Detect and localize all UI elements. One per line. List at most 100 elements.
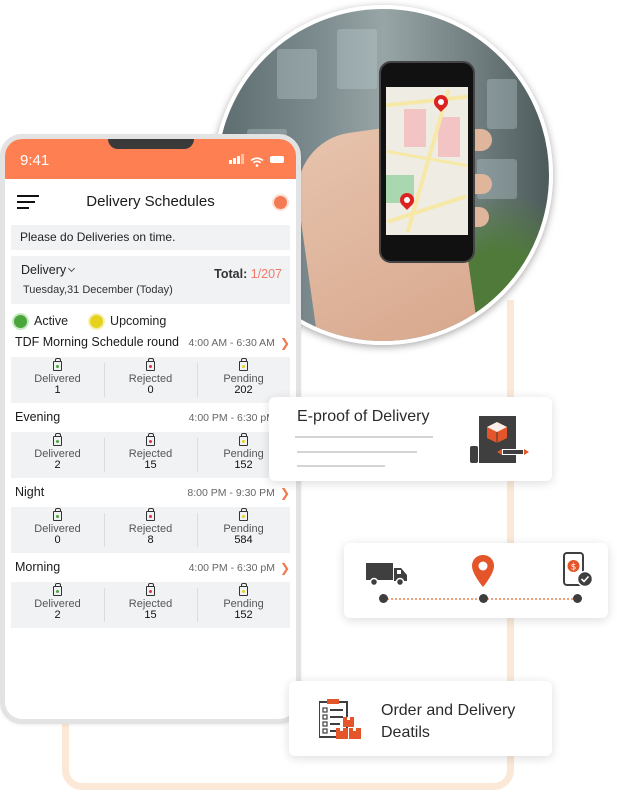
stat-value: 2 bbox=[54, 459, 61, 471]
stat-value: 2 bbox=[54, 609, 61, 621]
stat-value: 1 bbox=[54, 384, 61, 396]
delivery-type-dropdown[interactable]: Delivery bbox=[21, 263, 76, 277]
eproof-title: E-proof of Delivery bbox=[297, 408, 430, 425]
stat-value: 152 bbox=[234, 609, 253, 621]
stat-delivered: Delivered 2 bbox=[11, 432, 104, 478]
svg-text:$: $ bbox=[571, 563, 577, 573]
chevron-down-icon bbox=[68, 264, 76, 273]
bag-icon bbox=[53, 358, 62, 371]
stat-rejected: Rejected 15 bbox=[104, 582, 197, 628]
delivery-type-label: Delivery bbox=[21, 263, 67, 277]
mobile-payment-check-icon: $ bbox=[563, 552, 595, 593]
battery-icon bbox=[270, 156, 284, 163]
bag-icon bbox=[53, 433, 62, 446]
total-value: 1/207 bbox=[250, 267, 282, 281]
chevron-right-icon[interactable]: ❯ bbox=[280, 486, 290, 500]
schedule-item[interactable]: Evening4:00 PM - 6:30 pM❯Delivered2Rejec… bbox=[5, 410, 296, 478]
schedule-list: TDF Morning Schedule round 4:00 AM - 6:30… bbox=[5, 335, 296, 628]
stat-rejected: Rejected 8 bbox=[104, 507, 197, 553]
schedule-stats: Delivered 2 Rejected 15 Pending 152 bbox=[11, 432, 290, 478]
bag-icon bbox=[239, 508, 248, 521]
schedule-item[interactable]: Night 8:00 PM - 9:30 PM ❯ Delivered 0 Rejecte… bbox=[5, 485, 296, 553]
schedule-time-text: 4:00 AM - 6:30 AM bbox=[188, 337, 275, 349]
record-dot-icon[interactable] bbox=[274, 196, 287, 209]
stat-value: 584 bbox=[234, 534, 253, 546]
chevron-right-icon[interactable]: ❯ bbox=[280, 561, 290, 575]
schedule-name: Night bbox=[15, 485, 45, 499]
stat-pending: Pending 152 bbox=[197, 582, 290, 628]
schedule-stats: Delivered 1 Rejected 0 Pending 202 bbox=[11, 357, 290, 403]
schedule-time-text: 4:00 PM - 6:30 pM bbox=[188, 412, 275, 424]
schedule-header: Evening4:00 PM - 6:30 pM❯ bbox=[5, 410, 296, 430]
placeholder-line bbox=[295, 436, 433, 438]
schedule-stats: Delivered 2 Rejected 15 Pending 152 bbox=[11, 582, 290, 628]
status-time: 9:41 bbox=[20, 152, 50, 169]
phone-mockup: 9:41 Delivery Schedules Please do Delive… bbox=[0, 134, 301, 724]
timeline-node bbox=[573, 594, 582, 603]
schedule-item[interactable]: TDF Morning Schedule round 4:00 AM - 6:30… bbox=[5, 335, 296, 403]
schedule-item[interactable]: Morning 4:00 PM - 6:30 pM ❯ Delivered 2 Rejec… bbox=[5, 560, 296, 628]
total-count: Total: 1/207 bbox=[214, 267, 282, 281]
schedule-name: Evening bbox=[15, 410, 61, 424]
legend-upcoming[interactable]: Upcoming bbox=[90, 314, 166, 328]
order-details-title: Order and Delivery Deatils bbox=[381, 702, 516, 741]
stat-value: 15 bbox=[144, 459, 157, 471]
placeholder-line bbox=[297, 465, 385, 467]
timeline-node bbox=[379, 594, 388, 603]
bag-icon bbox=[239, 583, 248, 596]
stat-pending: Pending 584 bbox=[197, 507, 290, 553]
placeholder-line bbox=[297, 451, 417, 453]
delivery-timeline-card[interactable]: $ bbox=[344, 543, 608, 618]
schedule-stats: Delivered 0 Rejected 8 Pending 584 bbox=[11, 507, 290, 553]
stat-rejected: Rejected 0 bbox=[104, 357, 197, 403]
chevron-right-icon[interactable]: ❯ bbox=[280, 336, 290, 350]
bag-icon bbox=[53, 583, 62, 596]
upcoming-dot-icon bbox=[90, 314, 104, 328]
bag-icon bbox=[146, 583, 155, 596]
location-pin-icon bbox=[472, 555, 494, 592]
bag-icon bbox=[146, 358, 155, 371]
schedule-time: 4:00 PM - 6:30 pM ❯ bbox=[189, 561, 290, 575]
truck-icon bbox=[366, 561, 408, 592]
schedule-time-text: 4:00 PM - 6:30 pM bbox=[188, 562, 275, 574]
stat-rejected: Rejected 15 bbox=[104, 432, 197, 478]
notice-banner: Please do Deliveries on time. bbox=[11, 225, 290, 250]
phone-notch bbox=[108, 139, 194, 149]
schedule-time-text: 8:00 PM - 9:30 PM bbox=[187, 487, 275, 499]
stat-delivered: Delivered 0 bbox=[11, 507, 104, 553]
status-bar: 9:41 bbox=[5, 139, 296, 179]
clipboard-boxes-icon bbox=[318, 699, 363, 741]
stat-value: 202 bbox=[234, 384, 253, 396]
status-legend: Active Upcoming bbox=[14, 314, 296, 328]
legend-label: Active bbox=[34, 314, 69, 328]
bag-icon bbox=[239, 358, 248, 371]
map-screen bbox=[386, 87, 468, 235]
held-smartphone bbox=[379, 61, 475, 263]
legend-label: Upcoming bbox=[110, 314, 167, 328]
schedule-header: Night 8:00 PM - 9:30 PM ❯ bbox=[5, 485, 296, 505]
total-label: Total: bbox=[214, 267, 248, 281]
bag-icon bbox=[146, 508, 155, 521]
bag-icon bbox=[146, 433, 155, 446]
schedule-name: TDF Morning Schedule round bbox=[15, 335, 179, 349]
schedule-name: Morning bbox=[15, 560, 61, 574]
delivery-date: Tuesday,31 December (Today) bbox=[23, 284, 173, 296]
timeline-node bbox=[479, 594, 488, 603]
schedule-time: 8:00 PM - 9:30 PM ❯ bbox=[187, 486, 290, 500]
wifi-icon bbox=[250, 154, 264, 167]
signal-icon bbox=[229, 154, 244, 164]
legend-active[interactable]: Active bbox=[14, 314, 68, 328]
stat-value: 15 bbox=[144, 609, 157, 621]
eproof-card[interactable]: E-proof of Delivery bbox=[269, 397, 552, 481]
app-header: Delivery Schedules bbox=[5, 179, 296, 223]
stat-delivered: Delivered 1 bbox=[11, 357, 104, 403]
stat-value: 0 bbox=[54, 534, 61, 546]
document-box-pen-icon bbox=[470, 413, 530, 465]
active-dot-icon bbox=[14, 314, 27, 328]
schedule-header: Morning 4:00 PM - 6:30 pM ❯ bbox=[5, 560, 296, 580]
bag-icon bbox=[53, 508, 62, 521]
delivery-summary: Delivery Tuesday,31 December (Today) Tot… bbox=[11, 256, 290, 304]
order-details-card[interactable]: Order and Delivery Deatils bbox=[289, 681, 552, 756]
schedule-time: 4:00 AM - 6:30 AM ❯ bbox=[189, 336, 290, 350]
stat-delivered: Delivered 2 bbox=[11, 582, 104, 628]
